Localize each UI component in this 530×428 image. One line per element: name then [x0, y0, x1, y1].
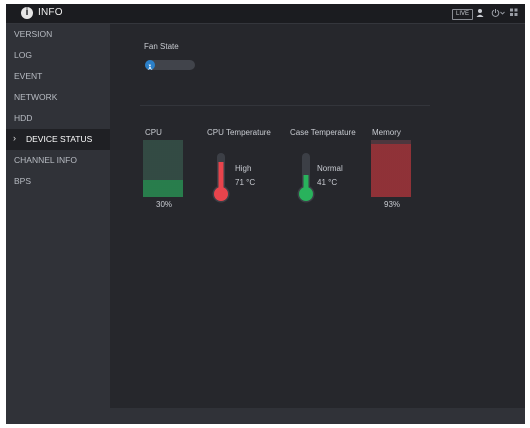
info-icon: i — [21, 7, 33, 19]
case-temperature-value: 41 °C — [317, 178, 338, 187]
live-button[interactable]: LIVE — [452, 9, 474, 20]
fan-icon — [145, 60, 155, 70]
cpu-temperature-label: CPU Temperature — [207, 128, 271, 137]
sidebar-item-label: LOG — [14, 50, 32, 60]
case-thermometer-icon — [297, 153, 315, 203]
sidebar-item-device-status[interactable]: › DEVICE STATUS — [6, 129, 110, 150]
sidebar-item-network[interactable]: NETWORK — [6, 87, 110, 108]
logout-icon[interactable] — [491, 8, 500, 18]
sidebar: VERSION LOG EVENT NETWORK HDD › DEVICE S… — [6, 24, 110, 424]
sidebar-item-label: HDD — [14, 113, 33, 123]
cpu-usage-meter — [143, 140, 183, 197]
section-divider — [140, 105, 430, 106]
case-temperature-state: Normal — [317, 164, 343, 173]
sidebar-item-bps[interactable]: BPS — [6, 171, 110, 192]
cpu-label: CPU — [145, 128, 162, 137]
cpu-usage-value: 30% — [156, 200, 173, 209]
sidebar-item-log[interactable]: LOG — [6, 45, 110, 66]
memory-usage-meter — [371, 140, 411, 197]
memory-meter-dots — [371, 140, 411, 197]
sidebar-item-channel-info[interactable]: CHANNEL INFO — [6, 150, 110, 171]
user-icon[interactable] — [476, 8, 484, 18]
cpu-thermometer-icon — [212, 153, 230, 203]
sidebar-item-label: VERSION — [14, 29, 53, 39]
memory-label: Memory — [372, 128, 401, 137]
app-window: i INFO LIVE VERSION LOG EVENT NETWORK HD… — [6, 4, 525, 424]
page-title: INFO — [38, 7, 63, 18]
chevron-down-icon[interactable] — [500, 8, 505, 18]
cpu-meter-dots — [143, 140, 183, 197]
bottom-bar — [110, 408, 525, 424]
sidebar-item-label: CHANNEL INFO — [14, 155, 77, 165]
sidebar-item-version[interactable]: VERSION — [6, 24, 110, 45]
sidebar-item-label: EVENT — [14, 71, 43, 81]
top-bar: i INFO LIVE — [6, 4, 525, 24]
sidebar-item-label: NETWORK — [14, 92, 58, 102]
sidebar-item-label: BPS — [14, 176, 32, 186]
memory-usage-value: 93% — [384, 200, 401, 209]
cpu-temperature-value: 71 °C — [235, 178, 256, 187]
grid-menu-icon[interactable] — [510, 8, 518, 17]
cpu-temperature-state: High — [235, 164, 252, 173]
chevron-right-icon: › — [13, 133, 16, 143]
sidebar-item-hdd[interactable]: HDD — [6, 108, 110, 129]
sidebar-item-label: DEVICE STATUS — [26, 134, 93, 144]
main-content: Fan State CPU 30% CPU Temperature High 7… — [110, 24, 525, 424]
fan-state-indicator — [145, 60, 195, 70]
case-temperature-label: Case Temperature — [290, 128, 356, 137]
fan-state-label: Fan State — [144, 42, 179, 51]
sidebar-item-event[interactable]: EVENT — [6, 66, 110, 87]
